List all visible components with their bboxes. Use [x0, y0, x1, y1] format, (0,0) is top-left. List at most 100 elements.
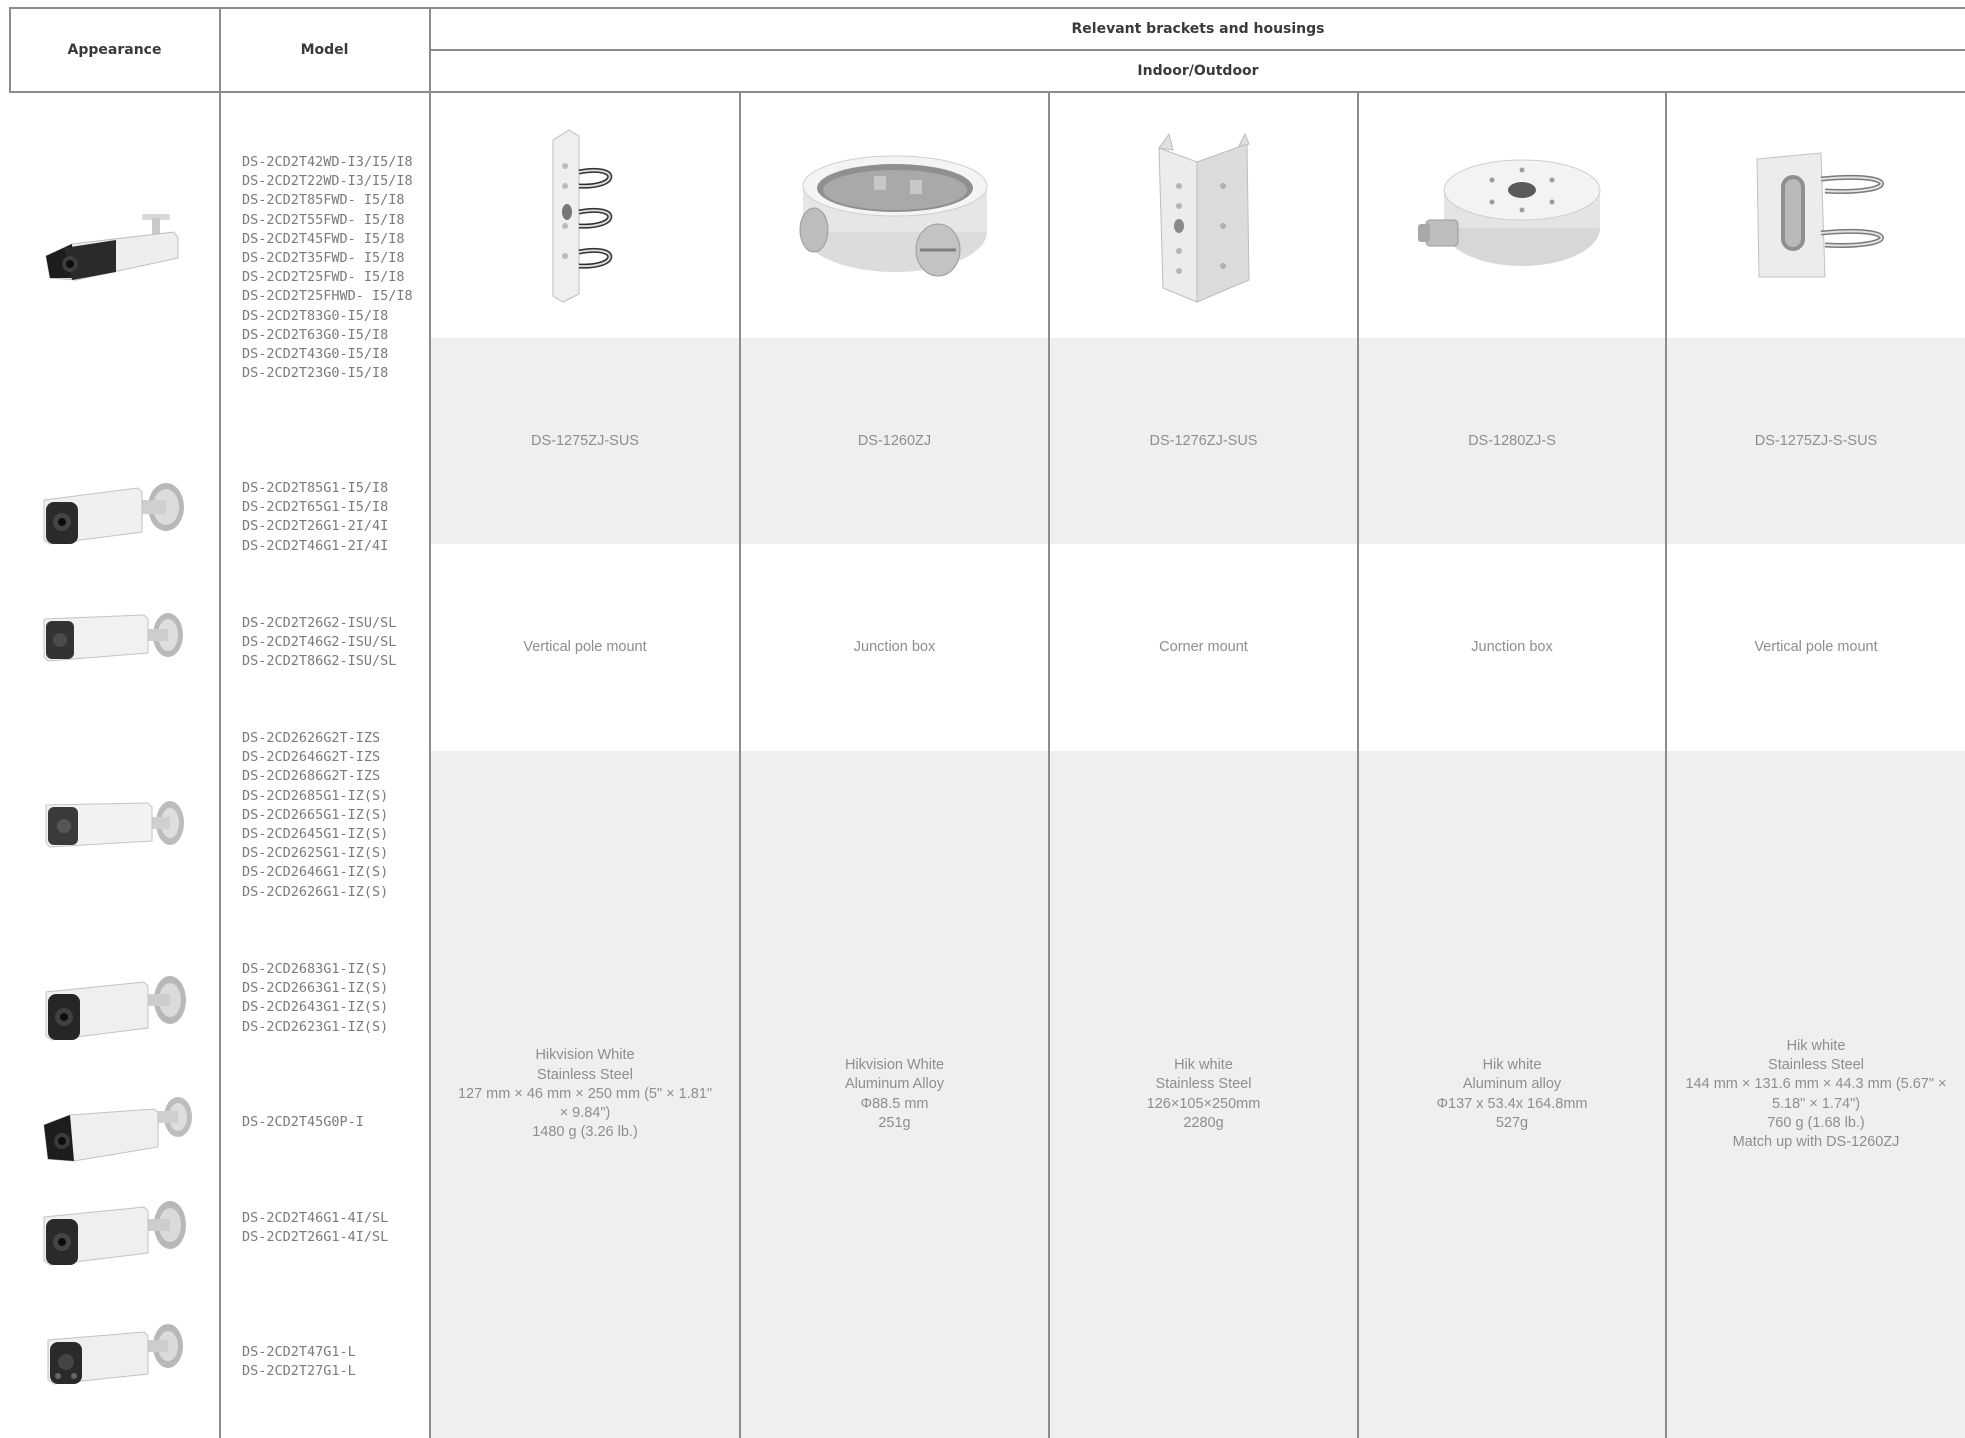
- model-number: DS-2CD2T43G0-I5/I8: [242, 346, 389, 363]
- spec-line: Stainless Steel: [1155, 1076, 1252, 1093]
- model-group-2: DS-2CD2T85G1-I5/I8 DS-2CD2T65G1-I5/I8 DS-2…: [242, 479, 388, 556]
- model-number: DS-2CD2T25FWD- I5/I8: [242, 269, 405, 286]
- model-number: DS-2CD2626G2T-IZS: [242, 730, 381, 746]
- bracket-model-cell-4: DS-1280ZJ-S: [1359, 338, 1665, 544]
- bracket-image-5: [1667, 93, 1965, 338]
- model-group-1: DS-2CD2T42WD-I3/I5/I8 DS-2CD2T22WD-I3/I5/…: [242, 153, 413, 383]
- spec-line: Stainless Steel: [1768, 1056, 1864, 1073]
- spec-line: Hikvision White: [535, 1047, 635, 1064]
- model-number: DS-2CD2623G1-IZ(S): [242, 1018, 389, 1035]
- bullet-camera-image: [45, 214, 179, 281]
- pole-mount-image: [552, 128, 612, 303]
- model-number: DS-2CD2T42WD-I3/I5/I8: [242, 154, 413, 170]
- spec-line: Stainless Steel: [537, 1066, 633, 1083]
- model-number: DS-2CD2683G1-IZ(S): [242, 961, 389, 977]
- model-group-6: DS-2CD2T45G0P-I: [242, 1113, 364, 1132]
- bracket-type-5: Vertical pole mount: [1754, 639, 1878, 655]
- model-number: DS-2CD2625G1-IZ(S): [242, 845, 389, 862]
- bracket-type-1: Vertical pole mount: [523, 639, 647, 655]
- model-number: DS-2CD2T22WD-I3/I5/I8: [242, 173, 413, 190]
- model-number: DS-2CD2T55FWD- I5/I8: [242, 211, 405, 228]
- bracket-spec-cell-4: Hik white Aluminum alloy Φ137 x 53.4x 164.…: [1359, 751, 1665, 1438]
- spec-line: Hik white: [1482, 1056, 1542, 1073]
- model-group-5: DS-2CD2683G1-IZ(S) DS-2CD2663G1-IZ(S) DS-2…: [242, 960, 388, 1037]
- bracket-spec-cell-5: Hik white Stainless Steel 144 mm × 131.6 m…: [1667, 751, 1965, 1438]
- model-group-4: DS-2CD2626G2T-IZS DS-2CD2646G2T-IZS DS-2CD…: [242, 729, 388, 902]
- bracket-image-4: [1359, 93, 1665, 338]
- model-number: DS-2CD2T86G2-ISU/SL: [242, 653, 397, 670]
- bullet-camera-image: [45, 801, 184, 848]
- bullet-camera-image: [43, 613, 183, 662]
- spec-line: Aluminum alloy: [1462, 1076, 1562, 1093]
- model-number: DS-2CD2T25FHWD- I5/I8: [242, 288, 413, 305]
- bracket-compatibility-sheet: Appearance Model Relevant brackets and h…: [0, 0, 1965, 1438]
- header-relevant-brackets: Relevant brackets and housings: [1071, 20, 1325, 37]
- model-group-3: DS-2CD2T26G2-ISU/SL DS-2CD2T46G2-ISU/SL DS…: [242, 614, 396, 672]
- header-appearance: Appearance: [67, 41, 162, 58]
- spec-line: Hik white: [1174, 1056, 1233, 1073]
- model-number: DS-2CD2T85G1-I5/I8: [242, 480, 389, 496]
- bullet-camera-image: [43, 1201, 186, 1266]
- spec-line: Hik white: [1786, 1037, 1846, 1054]
- bullet-camera-image: [43, 1097, 192, 1162]
- spec-line: Φ137 x 53.4x 164.8mm: [1436, 1095, 1588, 1112]
- spec-line: Aluminum Alloy: [844, 1076, 945, 1093]
- model-number: DS-2CD2T26G1-4I/SL: [242, 1229, 389, 1246]
- model-number: DS-2CD2T85FWD- I5/I8: [242, 192, 405, 209]
- bracket-model-1: DS-1275ZJ-SUS: [531, 432, 639, 449]
- bracket-image-3: [1050, 93, 1357, 338]
- model-number: DS-2CD2T26G1-2I/4I: [242, 518, 389, 535]
- model-number: DS-2CD2663G1-IZ(S): [242, 980, 389, 997]
- bracket-image-2: [741, 93, 1048, 338]
- bracket-model-cell-5: DS-1275ZJ-S-SUS: [1667, 338, 1965, 544]
- bracket-spec-cell-1: Hikvision White Stainless Steel 127 mm × 4…: [431, 751, 739, 1438]
- bracket-type-cell-3: Corner mount: [1050, 544, 1357, 751]
- pole-mount-image: [1723, 142, 1909, 289]
- bracket-model-cell-3: DS-1276ZJ-SUS: [1050, 338, 1357, 544]
- model-number: DS-2CD2T45G0P-I: [242, 1114, 364, 1130]
- bracket-type-cell-2: Junction box: [741, 544, 1048, 751]
- corner-mount-image: [1157, 132, 1250, 303]
- bullet-camera-image: [43, 483, 184, 545]
- model-number: DS-2CD2T26G2-ISU/SL: [242, 615, 397, 631]
- spec-line: 144 mm × 131.6 mm × 44.3 mm (5.67" ×: [1685, 1076, 1947, 1093]
- bracket-model-cell-1: DS-1275ZJ-SUS: [431, 338, 739, 544]
- bracket-model-2: DS-1260ZJ: [857, 432, 932, 449]
- model-number: DS-2CD2T23G0-I5/I8: [242, 365, 389, 382]
- model-number: DS-2CD2643G1-IZ(S): [242, 999, 389, 1016]
- model-number: DS-2CD2T47G1-L: [242, 1344, 356, 1360]
- model-number: DS-2CD2665G1-IZ(S): [242, 806, 389, 823]
- spec-line: 760 g (1.68 lb.): [1767, 1114, 1865, 1131]
- model-number: DS-2CD2646G2T-IZS: [242, 749, 381, 766]
- spec-line: × 9.84"): [559, 1105, 611, 1122]
- model-number: DS-2CD2686G2T-IZS: [242, 768, 381, 785]
- model-number: DS-2CD2T46G1-2I/4I: [242, 537, 389, 554]
- spec-line: 251g: [878, 1114, 911, 1131]
- bullet-camera-image: [45, 976, 186, 1041]
- model-number: DS-2CD2645G1-IZ(S): [242, 826, 389, 843]
- spec-line: Hikvision White: [844, 1056, 945, 1073]
- bracket-image-1: [431, 93, 739, 338]
- junction-box-image: [1418, 159, 1601, 266]
- model-number: DS-2CD2T65G1-I5/I8: [242, 499, 389, 516]
- model-number: DS-2CD2T63G0-I5/I8: [242, 326, 389, 343]
- model-number: DS-2CD2626G1-IZ(S): [242, 883, 389, 900]
- spec-line: 127 mm × 46 mm × 250 mm (5" × 1.81": [457, 1085, 713, 1102]
- spec-line: Φ88.5 mm: [860, 1095, 929, 1112]
- model-number: DS-2CD2T27G1-L: [242, 1363, 356, 1380]
- bracket-type-3: Corner mount: [1159, 639, 1248, 655]
- header-indoor-outdoor: Indoor/Outdoor: [1137, 63, 1259, 79]
- bracket-type-2: Junction box: [853, 639, 936, 655]
- model-number: DS-2CD2T46G1-4I/SL: [242, 1210, 389, 1226]
- spec-line: 2280g: [1183, 1114, 1224, 1131]
- junction-box-image: [799, 155, 987, 276]
- bracket-model-cell-2: DS-1260ZJ: [741, 338, 1048, 544]
- spec-line: 527g: [1495, 1114, 1529, 1131]
- spec-line: 126×105×250mm: [1146, 1095, 1261, 1112]
- model-number: DS-2CD2T45FWD- I5/I8: [242, 230, 405, 247]
- bracket-model-5: DS-1275ZJ-S-SUS: [1754, 432, 1878, 449]
- model-number: DS-2CD2T46G2-ISU/SL: [242, 634, 397, 651]
- bracket-type-4: Junction box: [1471, 639, 1553, 655]
- bracket-model-3: DS-1276ZJ-SUS: [1149, 432, 1258, 449]
- model-number: DS-2CD2T35FWD- I5/I8: [242, 250, 405, 267]
